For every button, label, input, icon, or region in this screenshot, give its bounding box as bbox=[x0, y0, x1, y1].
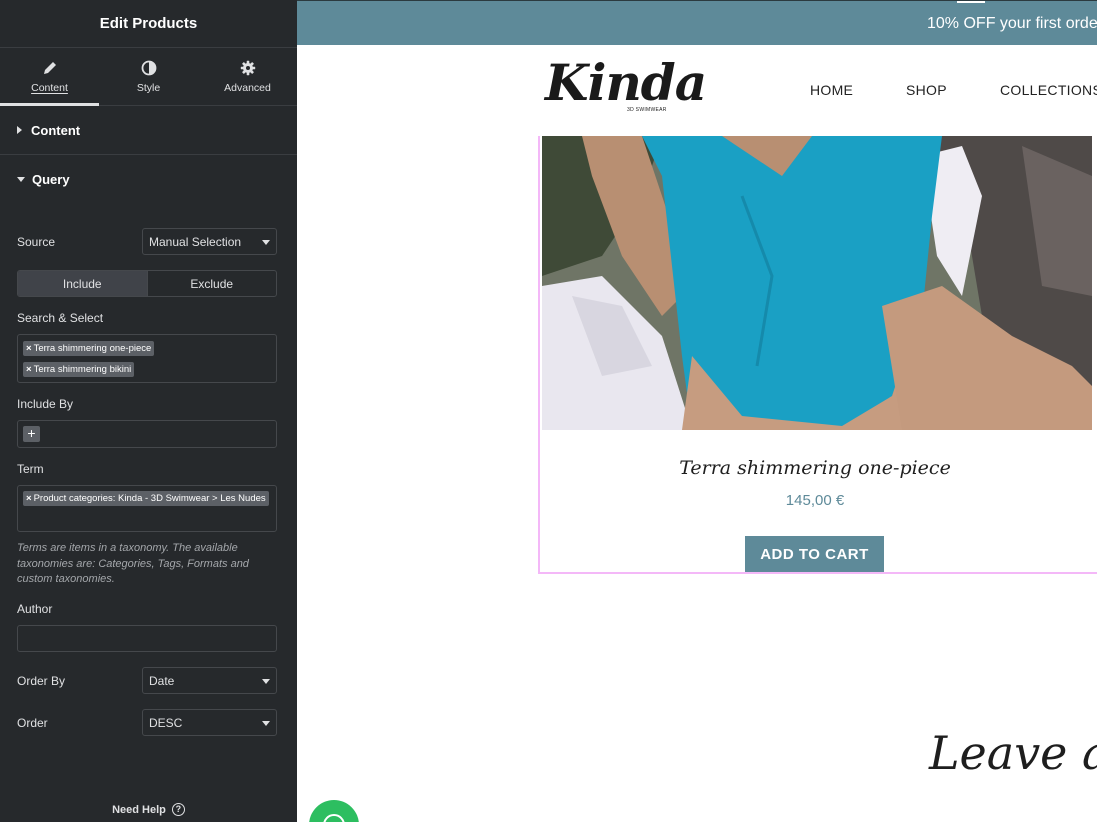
order-label: Order bbox=[17, 716, 48, 730]
logo-subtitle: 3D SWIMWEAR bbox=[627, 107, 667, 113]
half-circle-icon bbox=[141, 60, 156, 75]
add-to-cart-button[interactable]: ADD TO CART bbox=[745, 536, 884, 572]
selected-product-chip[interactable]: × Terra shimmering one-piece bbox=[23, 341, 155, 356]
chevron-down-icon bbox=[262, 679, 270, 684]
remove-icon[interactable]: × bbox=[26, 493, 32, 504]
selected-product-chip[interactable]: × Terra shimmering bikini bbox=[23, 362, 135, 377]
term-help-text: Terms are items in a taxonomy. The avail… bbox=[17, 542, 249, 585]
include-by-label: Include By bbox=[17, 397, 74, 411]
section-content-toggle[interactable]: Content bbox=[0, 106, 297, 155]
term-chip[interactable]: × Product categories: Kinda - 3D Swimwear… bbox=[23, 491, 269, 506]
panel-title: Edit Products bbox=[99, 15, 198, 32]
nav-shop[interactable]: SHOP bbox=[906, 82, 947, 98]
chevron-down-icon bbox=[262, 721, 270, 726]
chip-label: Product categories: Kinda - 3D Swimwear … bbox=[33, 493, 266, 504]
order-value: DESC bbox=[149, 715, 183, 730]
leave-review-heading: Leave a r bbox=[929, 726, 1097, 780]
search-select-label: Search & Select bbox=[17, 311, 104, 325]
include-by-field[interactable]: + bbox=[17, 420, 277, 448]
tab-advanced[interactable]: Advanced bbox=[198, 48, 297, 105]
question-circle-icon: ? bbox=[171, 803, 185, 816]
exclude-button[interactable]: Exclude bbox=[146, 271, 277, 296]
logo-wordmark: Kinda bbox=[545, 53, 707, 112]
tab-content[interactable]: Content bbox=[0, 48, 99, 106]
promo-text: 10% OFF your first order bbox=[927, 15, 1097, 32]
panel-tabs: Content Style Advanced bbox=[0, 48, 297, 106]
product-price: 145,00 € bbox=[785, 492, 845, 509]
announcement-bar: 10% OFF your first order bbox=[297, 0, 1097, 45]
site-logo[interactable]: Kinda 3D SWIMWEAR bbox=[545, 52, 707, 122]
remove-icon[interactable]: × bbox=[26, 364, 32, 375]
order-by-select[interactable]: Date bbox=[142, 667, 277, 694]
chip-label: Terra shimmering bikini bbox=[33, 364, 132, 375]
author-input[interactable] bbox=[17, 625, 277, 652]
product-image[interactable] bbox=[542, 136, 1092, 430]
source-label: Source bbox=[17, 235, 56, 249]
order-select[interactable]: DESC bbox=[142, 709, 277, 736]
caret-right-icon bbox=[17, 126, 22, 134]
order-by-label: Order By bbox=[17, 674, 66, 688]
include-button[interactable]: Include bbox=[18, 271, 147, 296]
tab-style-label: Style bbox=[136, 81, 161, 94]
panel-header: Edit Products bbox=[0, 0, 297, 48]
nav-collections[interactable]: COLLECTIONS bbox=[1000, 82, 1097, 98]
tab-style[interactable]: Style bbox=[99, 48, 198, 105]
nav-home[interactable]: HOME bbox=[810, 82, 853, 98]
source-select[interactable]: Manual Selection bbox=[142, 228, 277, 255]
author-label: Author bbox=[17, 602, 53, 616]
order-by-value: Date bbox=[149, 673, 175, 688]
section-query-label: Query bbox=[32, 172, 70, 187]
section-query-toggle[interactable]: Query bbox=[0, 155, 297, 204]
topbar-marker bbox=[957, 1, 985, 3]
tab-advanced-label: Advanced bbox=[224, 81, 271, 94]
caret-down-icon bbox=[17, 177, 25, 182]
add-icon[interactable]: + bbox=[23, 426, 40, 442]
editor-panel: Edit Products Content Style Advanced Con… bbox=[0, 0, 297, 822]
product-title[interactable]: Terra shimmering one-piece bbox=[540, 457, 1090, 479]
search-select-field[interactable]: × Terra shimmering one-piece × Terra shimm… bbox=[17, 334, 277, 383]
need-help-label: Need Help bbox=[112, 803, 166, 816]
term-field[interactable]: × Product categories: Kinda - 3D Swimwear… bbox=[17, 485, 277, 532]
remove-icon[interactable]: × bbox=[26, 343, 32, 354]
pencil-icon bbox=[43, 61, 56, 74]
chevron-down-icon bbox=[262, 240, 270, 245]
include-exclude-toggle: Include Exclude bbox=[17, 270, 277, 297]
need-help-link[interactable]: Need Help ? bbox=[0, 803, 297, 816]
gear-icon bbox=[240, 60, 255, 75]
term-label: Term bbox=[17, 462, 44, 476]
section-content-label: Content bbox=[31, 122, 81, 138]
whatsapp-icon[interactable] bbox=[309, 800, 359, 822]
page-preview: 10% OFF your first order Kinda 3D SWIMWE… bbox=[297, 0, 1097, 822]
tab-content-label: Content bbox=[31, 81, 68, 94]
source-value: Manual Selection bbox=[149, 234, 242, 249]
chip-label: Terra shimmering one-piece bbox=[33, 343, 152, 354]
